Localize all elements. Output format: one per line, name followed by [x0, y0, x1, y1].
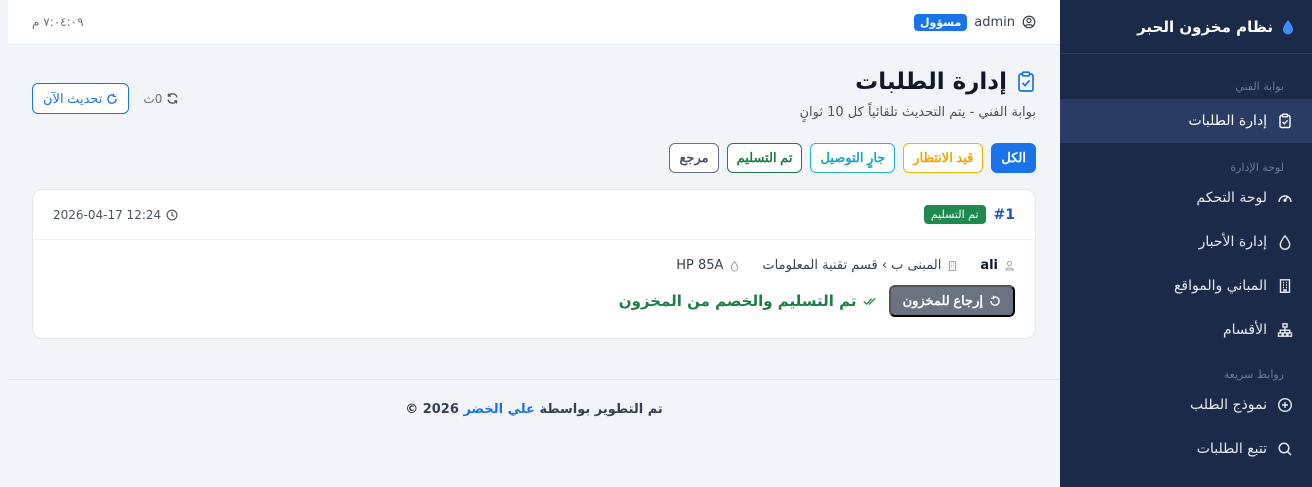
return-to-stock-button[interactable]: إرجاع للمخزون: [888, 285, 1015, 317]
footer-prefix: تم التطوير بواسطة: [539, 402, 663, 417]
role-badge: مسؤول: [913, 13, 968, 31]
sidebar-item-label: الأقسام: [1223, 322, 1267, 338]
page-subtitle: بوابة الفني - يتم التحديث تلقائياً كل 10…: [799, 105, 1036, 120]
section-label-technician: بوابة الفني: [1235, 80, 1284, 93]
clock-icon: [166, 209, 178, 221]
section-label-quick-links: روابط سريعة: [1223, 368, 1284, 381]
sidebar-item-track-orders[interactable]: تتبع الطلبات: [1060, 427, 1312, 471]
droplet-icon: [1281, 19, 1295, 35]
refresh-now-button[interactable]: تحديث الآن: [32, 83, 130, 114]
sidebar-item-buildings[interactable]: المباني والمواقع: [1060, 264, 1312, 308]
sidebar-item-departments[interactable]: الأقسام: [1060, 308, 1312, 352]
brand[interactable]: نظام مخزون الحبر: [1060, 0, 1312, 54]
status-filters: الكل قيد الانتظار جارٍ التوصيل تم التسلي…: [32, 143, 1036, 173]
sidebar: نظام مخزون الحبر بوابة الفني إدارة الطلب…: [1060, 0, 1312, 487]
filter-delivered[interactable]: تم التسليم: [726, 143, 803, 173]
droplet-icon: [1277, 234, 1293, 250]
order-ink: HP 85A: [676, 258, 740, 273]
order-datetime: 2026-04-17 12:24: [53, 207, 162, 222]
order-location-text: المبنى ب › قسم تقنية المعلومات: [762, 258, 942, 273]
counter-value: 0ث: [143, 91, 163, 106]
filter-delivering[interactable]: جارٍ التوصيل: [810, 143, 896, 173]
filter-returned[interactable]: مرجع: [669, 143, 719, 173]
clock: ٧:٠٤:٠٩ م: [32, 15, 84, 29]
order-card: #1 تم التسليم 2026-04-17 12:24 ali المبن…: [32, 189, 1036, 339]
order-ink-model: HP 85A: [676, 258, 724, 273]
order-location: المبنى ب › قسم تقنية المعلومات: [762, 258, 958, 273]
order-user: ali: [980, 258, 1015, 273]
refresh-label: تحديث الآن: [43, 90, 103, 106]
double-check-icon: [862, 296, 877, 306]
main-content: admin مسؤول ٧:٠٤:٠٩ م إدارة الطلبات بواب…: [8, 0, 1060, 487]
building-icon: [1277, 278, 1293, 294]
user-circle-icon: [1022, 15, 1036, 29]
sidebar-item-label: إدارة الطلبات: [1188, 113, 1267, 129]
refresh-counter: 0ث: [143, 92, 179, 106]
building-icon: [947, 260, 958, 272]
orders-section: إدارة الطلبات بوابة الفني - يتم التحديث …: [8, 45, 1060, 339]
order-meta: ali المبنى ب › قسم تقنية المعلومات HP 85…: [33, 240, 1035, 273]
undo-icon: [989, 295, 1001, 307]
clipboard-check-icon: [1016, 71, 1036, 93]
person-icon: [1004, 260, 1015, 271]
status-badge: تم التسليم: [923, 205, 986, 224]
page-title: إدارة الطلبات: [855, 69, 1007, 95]
plus-circle-icon: [1277, 397, 1293, 413]
filter-all[interactable]: الكل: [991, 143, 1036, 173]
author-link[interactable]: علي الخضر: [463, 402, 534, 487]
sidebar-item-orders[interactable]: إدارة الطلبات: [1060, 99, 1312, 143]
topbar: admin مسؤول ٧:٠٤:٠٩ م: [8, 0, 1060, 45]
refresh-icon: [106, 93, 118, 105]
sidebar-item-label: المباني والمواقع: [1173, 278, 1267, 294]
sidebar-item-label: تتبع الطلبات: [1196, 441, 1267, 457]
droplet-icon: [729, 260, 740, 272]
section-label-admin: لوحة الإدارة: [1230, 161, 1284, 174]
sidebar-item-request-form[interactable]: نموذج الطلب: [1060, 383, 1312, 427]
filter-pending[interactable]: قيد الانتظار: [903, 143, 984, 173]
username: admin: [974, 14, 1015, 30]
sync-icon: [166, 92, 179, 105]
sitemap-icon: [1277, 322, 1293, 338]
return-label: إرجاع للمخزون: [902, 293, 983, 308]
order-id: #1: [993, 206, 1015, 223]
user-info[interactable]: admin مسؤول: [913, 13, 1036, 31]
delivered-text: تم التسليم والخصم من المخزون: [618, 292, 857, 310]
sidebar-item-label: إدارة الأحبار: [1198, 234, 1267, 250]
footer-year: © 2026: [405, 402, 459, 417]
clipboard-check-icon: [1277, 113, 1293, 129]
brand-title: نظام مخزون الحبر: [1137, 17, 1273, 36]
speedometer-icon: [1277, 190, 1293, 206]
footer: تم التطوير بواسطة علي الخضر © 2026: [8, 379, 1060, 487]
sidebar-item-label: نموذج الطلب: [1190, 397, 1267, 413]
order-username: ali: [980, 258, 998, 273]
delivered-confirmation: تم التسليم والخصم من المخزون: [619, 292, 877, 310]
sidebar-item-inks[interactable]: إدارة الأحبار: [1060, 220, 1312, 264]
sidebar-item-dashboard[interactable]: لوحة التحكم: [1060, 176, 1312, 220]
sidebar-item-label: لوحة التحكم: [1196, 190, 1267, 206]
search-icon: [1277, 441, 1293, 457]
